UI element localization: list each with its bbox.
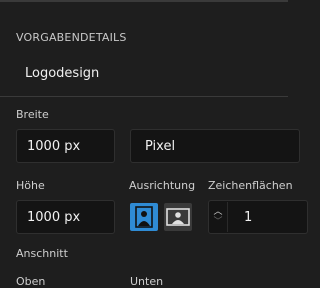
landscape-person-icon — [166, 208, 190, 226]
height-input[interactable]: 1000 px — [16, 200, 115, 234]
bleed-label: Anschnitt — [16, 247, 68, 260]
portrait-person-icon — [135, 206, 153, 228]
height-value: 1000 px — [27, 209, 81, 225]
artboards-stepper-arrows[interactable]: ︿ ﹀ — [209, 202, 228, 232]
width-label: Breite — [16, 108, 49, 121]
artboards-stepper[interactable]: ︿ ﹀ 1 — [208, 200, 308, 234]
section-title: VORGABENDETAILS — [16, 31, 127, 44]
chevron-down-icon[interactable]: ﹀ — [213, 217, 222, 227]
height-label: Höhe — [16, 179, 45, 192]
orientation-label: Ausrichtung — [129, 179, 196, 192]
unit-value: Pixel — [145, 138, 176, 154]
top-divider — [0, 0, 288, 2]
section-divider — [0, 96, 288, 97]
bleed-bottom-label: Unten — [130, 275, 164, 288]
unit-dropdown[interactable]: Pixel — [130, 129, 300, 163]
preset-name-field[interactable]: Logodesign — [25, 66, 99, 81]
chevron-up-icon[interactable]: ︿ — [213, 207, 222, 217]
landscape-orientation-button[interactable] — [164, 203, 192, 231]
bleed-top-label: Oben — [16, 275, 46, 288]
width-value: 1000 px — [27, 138, 81, 154]
width-input[interactable]: 1000 px — [16, 129, 115, 163]
artboards-value: 1 — [244, 209, 253, 225]
portrait-orientation-button[interactable] — [130, 203, 158, 231]
artboards-label: Zeichenflächen — [208, 179, 293, 192]
